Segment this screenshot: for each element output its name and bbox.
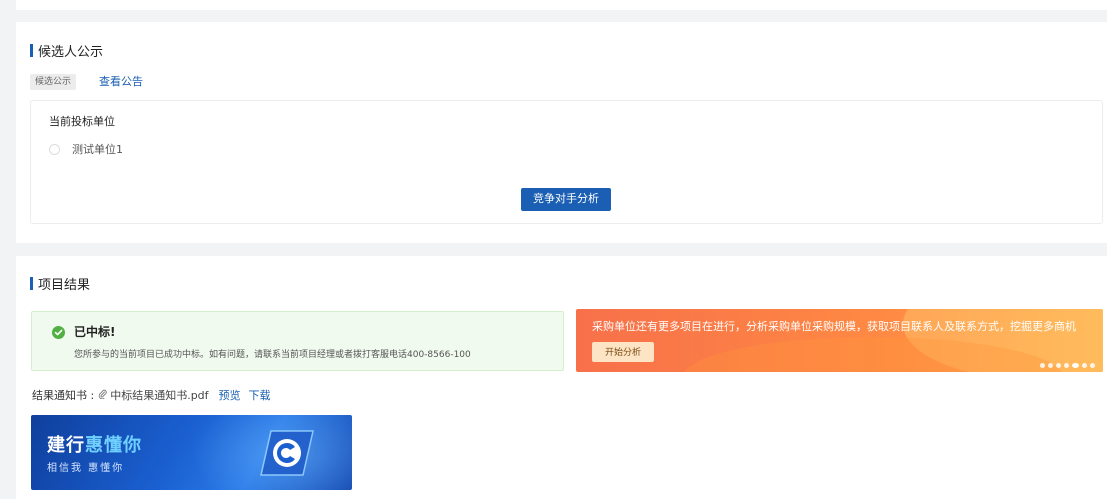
carousel-dot[interactable] [1082, 363, 1087, 368]
view-announcement-link[interactable]: 查看公告 [99, 74, 143, 90]
ccb-ad-banner[interactable]: 建行惠懂你 相信我 惠懂你 [31, 415, 352, 490]
radio-icon[interactable] [49, 143, 60, 155]
start-analysis-button[interactable]: 开始分析 [592, 342, 654, 362]
current-bidders-title: 当前投标单位 [49, 115, 115, 128]
candidate-title-text: 候选人公示 [38, 45, 104, 60]
banner-title: 建行惠懂你 [47, 431, 142, 457]
carousel-dot[interactable] [1090, 363, 1095, 368]
result-section-title: 项目结果 [30, 274, 90, 293]
win-description: 您所参与的当前项目已成功中标。如有问题，请联系当前项目经理或者拨打客服电话400… [74, 350, 471, 360]
carousel-dot-active[interactable] [1072, 363, 1079, 368]
previous-card-edge [16, 0, 1107, 10]
result-notice-row: 结果通知书 : 中标结果通知书.pdf 预览 下载 [32, 387, 279, 403]
banner-subtitle: 相信我 惠懂你 [47, 463, 125, 474]
promo-text: 采购单位还有更多项目在进行，分析采购单位采购规模，获取项目联系人及联系方式，挖掘… [592, 320, 1076, 333]
left-gutter [0, 0, 16, 499]
notice-file-name[interactable]: 中标结果通知书.pdf [110, 387, 208, 403]
ccb-logo-icon [260, 430, 314, 476]
candidate-section-title: 候选人公示 [30, 41, 103, 60]
carousel-dot[interactable] [1064, 363, 1069, 368]
title-accent-bar [30, 44, 33, 57]
win-title: 已中标! [74, 325, 116, 339]
win-status-box: 已中标! 您所参与的当前项目已成功中标。如有问题，请联系当前项目经理或者拨打客服… [31, 311, 564, 371]
paperclip-icon [98, 389, 107, 402]
result-card: 项目结果 已中标! 您所参与的当前项目已成功中标。如有问题，请联系当前项目经理或… [16, 256, 1107, 499]
carousel-dot[interactable] [1048, 363, 1053, 368]
download-link[interactable]: 下载 [249, 387, 271, 403]
competitor-analysis-button[interactable]: 竞争对手分析 [521, 188, 611, 211]
result-title-text: 项目结果 [38, 278, 91, 293]
preview-link[interactable]: 预览 [219, 387, 241, 403]
title-accent-bar [30, 277, 33, 290]
bidders-box: 当前投标单位 测试单位1 竞争对手分析 [30, 100, 1103, 224]
notice-label: 结果通知书 : [32, 389, 95, 402]
banner-title-highlight: 惠懂你 [85, 435, 142, 456]
banner-title-part: 建行 [47, 435, 85, 456]
carousel-dot[interactable] [1056, 363, 1061, 368]
check-circle-icon [52, 326, 65, 339]
bidder-option[interactable]: 测试单位1 [49, 141, 123, 157]
carousel-dot[interactable] [1040, 363, 1045, 368]
candidate-card: 候选人公示 候选公示 查看公告 当前投标单位 测试单位1 竞争对手分析 [16, 22, 1107, 243]
bidder-label: 测试单位1 [72, 143, 123, 156]
carousel-dots [1040, 363, 1095, 368]
candidate-tag: 候选公示 [30, 74, 77, 90]
promo-banner[interactable]: 采购单位还有更多项目在进行，分析采购单位采购规模，获取项目联系人及联系方式，挖掘… [576, 309, 1103, 372]
